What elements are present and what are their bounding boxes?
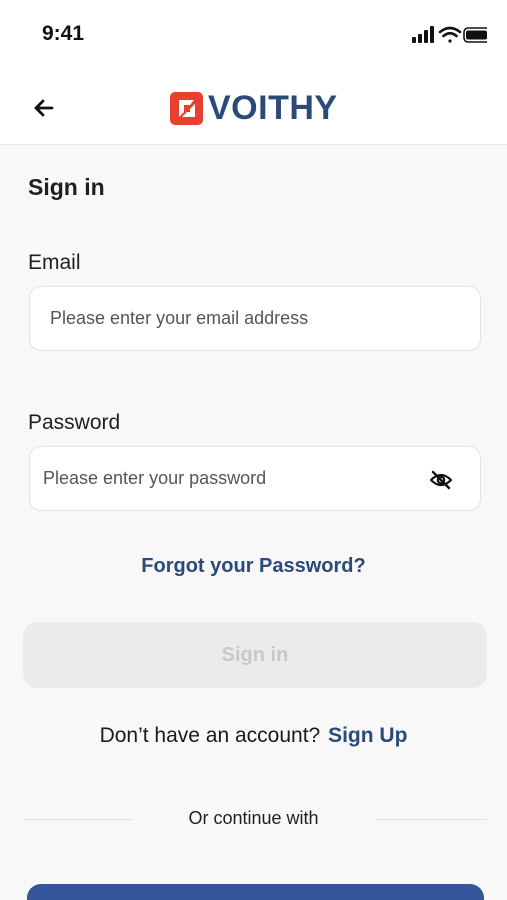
forgot-password-link[interactable]: Forgot your Password? <box>0 555 507 578</box>
signup-prompt-row: Don’t have an account? Sign Up <box>0 724 507 748</box>
divider-line-right <box>376 819 487 820</box>
brand-logo: VOITHY <box>170 88 338 128</box>
back-button[interactable] <box>30 94 58 122</box>
password-field-container <box>29 446 481 511</box>
eye-off-icon <box>429 470 453 490</box>
page-title: Sign in <box>28 174 105 200</box>
status-bar: 9:41 <box>0 0 507 70</box>
wifi-icon <box>438 26 462 43</box>
password-label: Password <box>28 411 121 434</box>
password-field[interactable] <box>30 447 480 510</box>
signup-prompt-text: Don’t have an account? <box>99 724 321 747</box>
brand-logo-icon <box>170 91 203 125</box>
sign-in-button[interactable]: Sign in <box>23 622 487 688</box>
status-icons <box>412 25 491 45</box>
email-label: Email <box>28 251 81 274</box>
arrow-left-icon <box>34 99 54 117</box>
email-field-container <box>29 286 481 351</box>
app-header: VOITHY <box>0 70 507 145</box>
email-field[interactable] <box>30 287 480 350</box>
social-login-button[interactable] <box>27 884 484 900</box>
sign-up-link[interactable]: Sign Up <box>328 724 407 747</box>
brand-name: VOITHY <box>208 89 338 127</box>
battery-icon <box>463 27 491 43</box>
status-time: 9:41 <box>42 22 85 45</box>
cellular-signal-icon <box>412 26 434 43</box>
toggle-password-visibility-button[interactable] <box>428 467 454 493</box>
